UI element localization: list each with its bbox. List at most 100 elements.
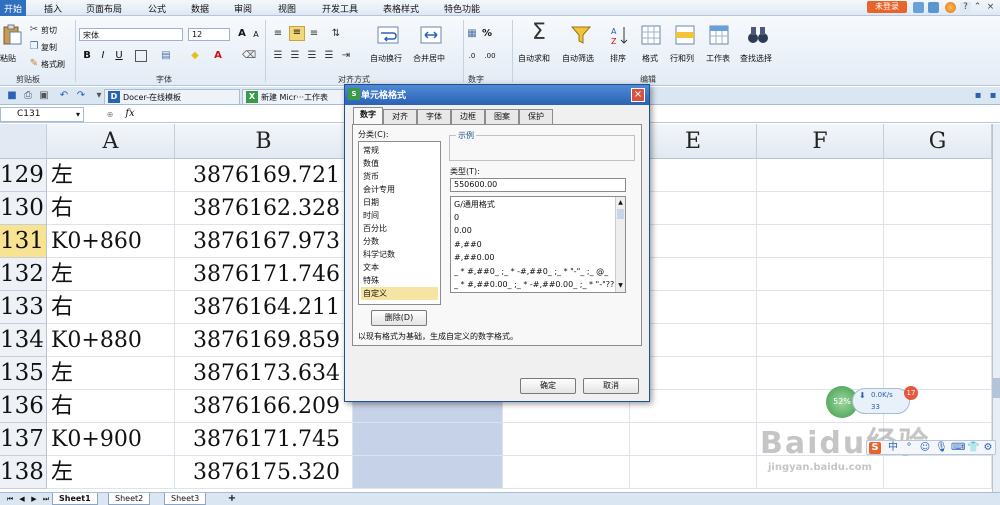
number-format-icon[interactable]: ▦ [466, 28, 478, 40]
category-item[interactable]: 分数 [361, 235, 438, 248]
row-header[interactable]: 133 [0, 291, 47, 324]
cell-empty[interactable] [630, 423, 757, 456]
print-preview-icon[interactable]: ▣ [38, 90, 50, 102]
ime-toolbar[interactable]: S 中 ° ☺ 🎙 ⌨ 👕 ⚙ [866, 440, 996, 455]
sheet-tab-2[interactable]: Sheet2 [108, 493, 151, 505]
clear-format-icon[interactable]: ⌫ [242, 50, 256, 62]
tab-docer[interactable]: D Docer-在线模板 [104, 89, 240, 104]
increase-decimal-icon[interactable]: .0 [466, 50, 478, 62]
cell-empty[interactable] [630, 456, 757, 489]
scroll-down-icon[interactable]: ▼ [616, 280, 625, 292]
cell-b[interactable]: 3876162.328 [175, 192, 353, 225]
border-icon[interactable] [135, 50, 147, 62]
vertical-scrollbar[interactable] [992, 124, 1000, 492]
category-item[interactable]: 科学记数 [361, 248, 438, 261]
tab-pattern[interactable]: 图案 [485, 109, 519, 124]
cell-selected-column[interactable] [353, 456, 503, 489]
bold-button[interactable]: B [81, 50, 93, 62]
align-middle-icon[interactable]: ≡ [289, 26, 305, 41]
format-item[interactable]: G/通用格式 [454, 198, 614, 211]
browser-icon[interactable] [945, 2, 956, 13]
minimize-ribbon-icon[interactable]: ⌃ [972, 2, 983, 13]
autofilter-button[interactable]: 自动筛选 [562, 53, 594, 64]
shrink-font-icon[interactable]: A [250, 29, 262, 41]
tab-workbook[interactable]: X 新建 Micr···工作表 [242, 89, 346, 104]
ime-mode-icon[interactable]: 中 [887, 442, 899, 454]
format-button[interactable]: 格式 [642, 53, 658, 64]
cell-empty[interactable] [757, 291, 884, 324]
help-icon[interactable]: ? [960, 2, 971, 13]
ime-tools-icon[interactable]: ⚙ [982, 442, 994, 454]
cell-empty[interactable] [757, 192, 884, 225]
skin-icon[interactable] [913, 2, 924, 13]
font-color-button[interactable]: A [212, 50, 224, 62]
merge-center-icon[interactable] [420, 24, 442, 46]
format-item[interactable]: 0.00 [454, 224, 614, 237]
cell-empty[interactable] [757, 324, 884, 357]
format-list-thumb[interactable] [617, 209, 624, 219]
row-header[interactable]: 129 [0, 159, 47, 192]
menu-home[interactable]: 开始 [0, 0, 27, 16]
cell-empty[interactable] [757, 258, 884, 291]
ime-skin-icon[interactable]: 👕 [967, 442, 979, 454]
redo-icon[interactable]: ↷ [75, 90, 87, 102]
ime-punct-icon[interactable]: ° [903, 442, 915, 454]
format-item[interactable]: _ * #,##0.00_ ;_ * -#,##0.00_ ;_ * "-"??… [454, 278, 614, 291]
worksheet-button[interactable]: 工作表 [706, 53, 730, 64]
category-item[interactable]: 数值 [361, 157, 438, 170]
cell-empty[interactable] [884, 258, 992, 291]
menu-special[interactable]: 特色功能 [444, 2, 480, 15]
find-select-button[interactable]: 查找选择 [740, 53, 772, 64]
column-header-g[interactable]: G [884, 124, 992, 159]
category-item[interactable]: 时间 [361, 209, 438, 222]
network-speed-widget[interactable]: 52% ⬇ 0.0K/s 33 17 [826, 386, 918, 420]
decrease-decimal-icon[interactable]: .00 [484, 50, 496, 62]
sort-icon[interactable]: A Z [609, 24, 631, 46]
add-sheet-icon[interactable]: + [226, 493, 238, 505]
delete-format-button[interactable]: 删除(D) [371, 310, 427, 326]
find-binoculars-icon[interactable] [747, 24, 769, 46]
cell-b[interactable]: 3876175.320 [175, 456, 353, 489]
next-sheet-icon[interactable]: ▶ [28, 493, 40, 505]
italic-button[interactable]: I [97, 50, 109, 62]
mail-icon[interactable] [928, 2, 939, 13]
worksheet-icon[interactable] [708, 24, 730, 46]
row-header[interactable]: 130 [0, 192, 47, 225]
function-wizard-icon[interactable]: ⊕ [104, 109, 116, 121]
ime-logo-icon[interactable]: S [869, 442, 881, 454]
cell-a[interactable]: 右 [47, 291, 175, 324]
scroll-thumb[interactable] [993, 378, 1000, 398]
row-header[interactable]: 134 [0, 324, 47, 357]
format-item[interactable]: #,##0 [454, 238, 614, 251]
sheet-tab-3[interactable]: Sheet3 [164, 493, 207, 505]
format-list-scrollbar[interactable]: ▲ ▼ [615, 197, 625, 292]
align-top-icon[interactable]: ≡ [272, 28, 284, 40]
cell-b[interactable]: 3876169.859 [175, 324, 353, 357]
column-header-f[interactable]: F [757, 124, 884, 159]
wrap-text-button[interactable]: 自动换行 [370, 53, 402, 64]
format-list[interactable]: G/通用格式 0 0.00 #,##0 #,##0.00 _ * #,##0_ … [450, 196, 626, 293]
align-bottom-icon[interactable]: ≡ [308, 28, 320, 40]
type-input[interactable]: 550600.00 [450, 178, 626, 192]
menu-page-layout[interactable]: 页面布局 [86, 2, 122, 15]
tab-protection[interactable]: 保护 [519, 109, 553, 124]
format-icon[interactable] [640, 24, 662, 46]
row-header[interactable]: 135 [0, 357, 47, 390]
cell-b[interactable]: 3876173.634 [175, 357, 353, 390]
last-sheet-icon[interactable]: ⏭ [40, 493, 52, 505]
cell-fill-icon[interactable]: ▤ [160, 50, 172, 62]
underline-button[interactable]: U [113, 50, 125, 62]
category-item[interactable]: 百分比 [361, 222, 438, 235]
grow-font-icon[interactable]: A [236, 28, 248, 40]
cell-empty[interactable] [757, 225, 884, 258]
column-header-b[interactable]: B [175, 124, 353, 159]
column-header-a[interactable]: A [47, 124, 175, 159]
cell-a[interactable]: 左 [47, 159, 175, 192]
merge-center-button[interactable]: 合并居中 [413, 53, 445, 64]
format-painter-button[interactable]: 格式刷 [41, 59, 65, 70]
cell-empty[interactable] [884, 159, 992, 192]
cell-empty[interactable] [503, 456, 630, 489]
menu-developer[interactable]: 开发工具 [322, 2, 358, 15]
sort-button[interactable]: 排序 [610, 53, 626, 64]
cell-empty[interactable] [503, 423, 630, 456]
